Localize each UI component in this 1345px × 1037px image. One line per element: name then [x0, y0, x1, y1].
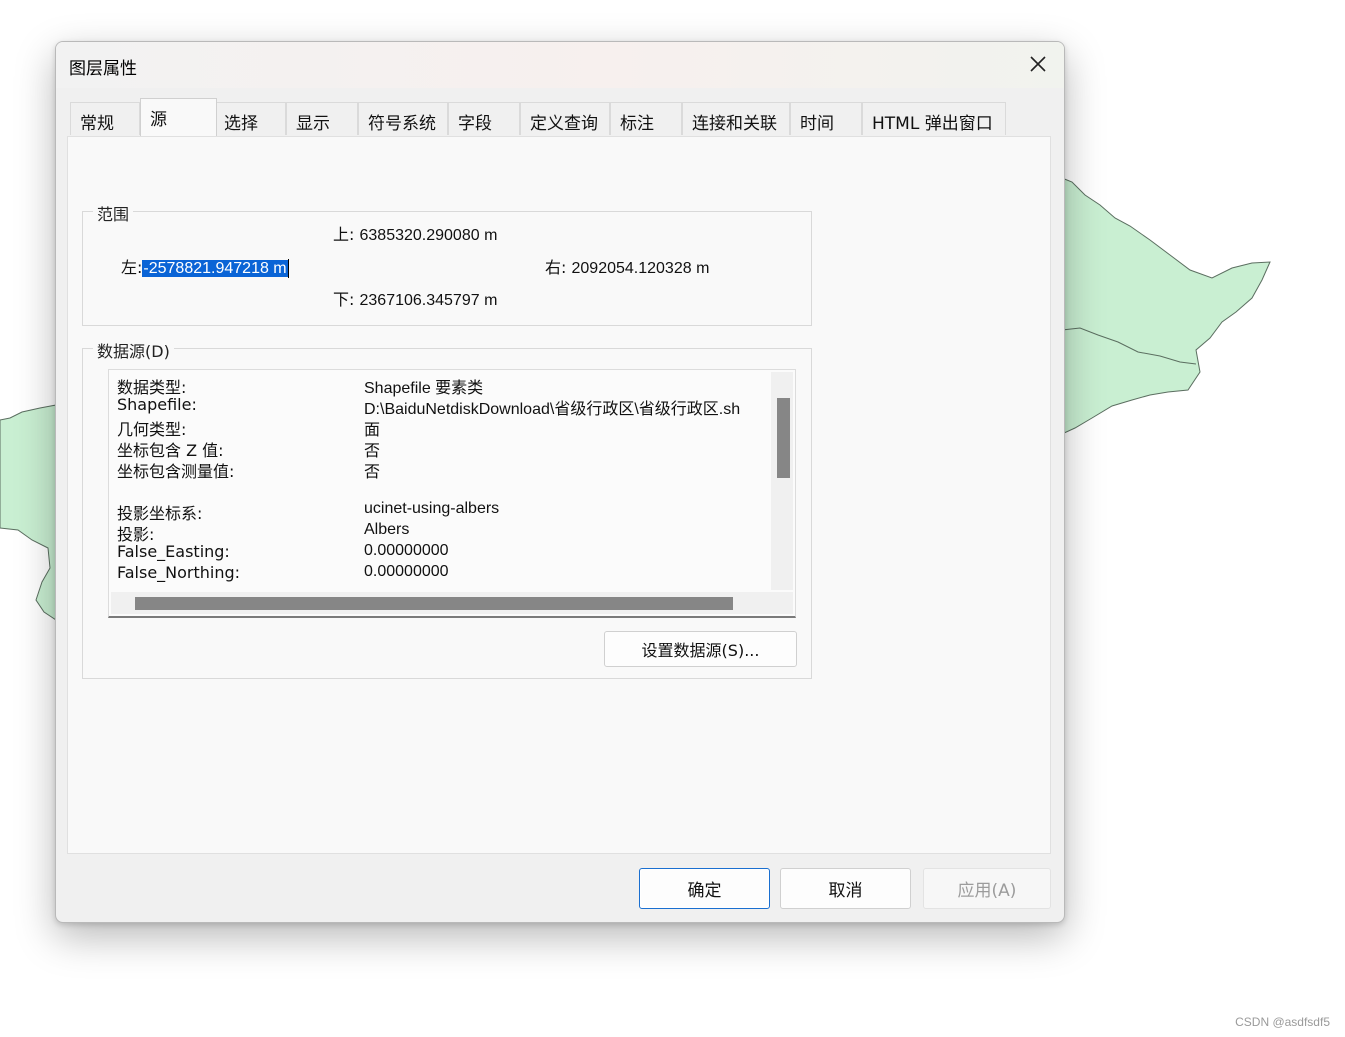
extent-top-value: 6385320.290080 m: [359, 227, 498, 244]
map-province-shape-left: [0, 404, 57, 621]
tab-fields[interactable]: 字段: [448, 102, 520, 135]
extent-bottom-value: 2367106.345797 m: [359, 292, 498, 309]
extent-bottom: 下: 2367106.345797 m: [333, 290, 498, 309]
extent-right: 右: 2092054.120328 m: [545, 258, 710, 277]
extent-left: 左:-2578821.947218 m: [121, 258, 289, 278]
extent-top: 上: 6385320.290080 m: [333, 225, 498, 244]
text-caret: [287, 259, 289, 278]
datasource-legend: 数据源(D): [93, 338, 174, 362]
extent-left-value[interactable]: -2578821.947218 m: [142, 260, 288, 277]
tab-selection[interactable]: 选择: [214, 102, 286, 135]
horizontal-scroll-thumb[interactable]: [135, 597, 733, 610]
close-icon: [1030, 56, 1046, 72]
map-province-shape-right: [1061, 177, 1271, 435]
ok-button[interactable]: 确定: [639, 868, 770, 909]
title-bar: 图层属性: [56, 42, 1064, 88]
tab-source[interactable]: 源: [140, 98, 217, 136]
cancel-button[interactable]: 取消: [780, 868, 911, 909]
close-button[interactable]: [1020, 48, 1056, 80]
extent-right-value: 2092054.120328 m: [571, 260, 710, 277]
extent-legend: 范围: [93, 201, 134, 225]
layer-properties-dialog: 图层属性 常规 源 选择 显示 符号系统 字段 定义查询 标注 连接和关联 时间…: [55, 41, 1065, 923]
set-datasource-button[interactable]: 设置数据源(S)...: [604, 631, 797, 667]
tab-display[interactable]: 显示: [286, 102, 358, 135]
vertical-scrollbar[interactable]: [771, 372, 793, 590]
tab-time[interactable]: 时间: [790, 102, 862, 135]
tab-symbology[interactable]: 符号系统: [358, 102, 448, 135]
apply-button[interactable]: 应用(A): [923, 868, 1051, 909]
tab-html-popup[interactable]: HTML 弹出窗口: [862, 102, 1006, 135]
extent-group: 范围 上: 6385320.290080 m 左:-2578821.947218…: [82, 201, 812, 326]
tab-general[interactable]: 常规: [70, 102, 140, 135]
vertical-scroll-thumb[interactable]: [777, 398, 790, 478]
datasource-group: 数据源(D) 数据类型: Shapefile 要素类 Shapefile: D:…: [82, 338, 812, 679]
tab-joins-relates[interactable]: 连接和关联: [682, 102, 790, 135]
tab-labels[interactable]: 标注: [610, 102, 682, 135]
datasource-info-box[interactable]: 数据类型: Shapefile 要素类 Shapefile: D:\BaiduN…: [108, 369, 796, 618]
horizontal-scrollbar[interactable]: [111, 592, 793, 614]
dialog-title: 图层属性: [69, 59, 137, 79]
tab-definition-query[interactable]: 定义查询: [520, 102, 610, 135]
watermark: CSDN @asdfsdf5: [1235, 1015, 1330, 1029]
source-tab-panel: 范围 上: 6385320.290080 m 左:-2578821.947218…: [67, 136, 1051, 854]
